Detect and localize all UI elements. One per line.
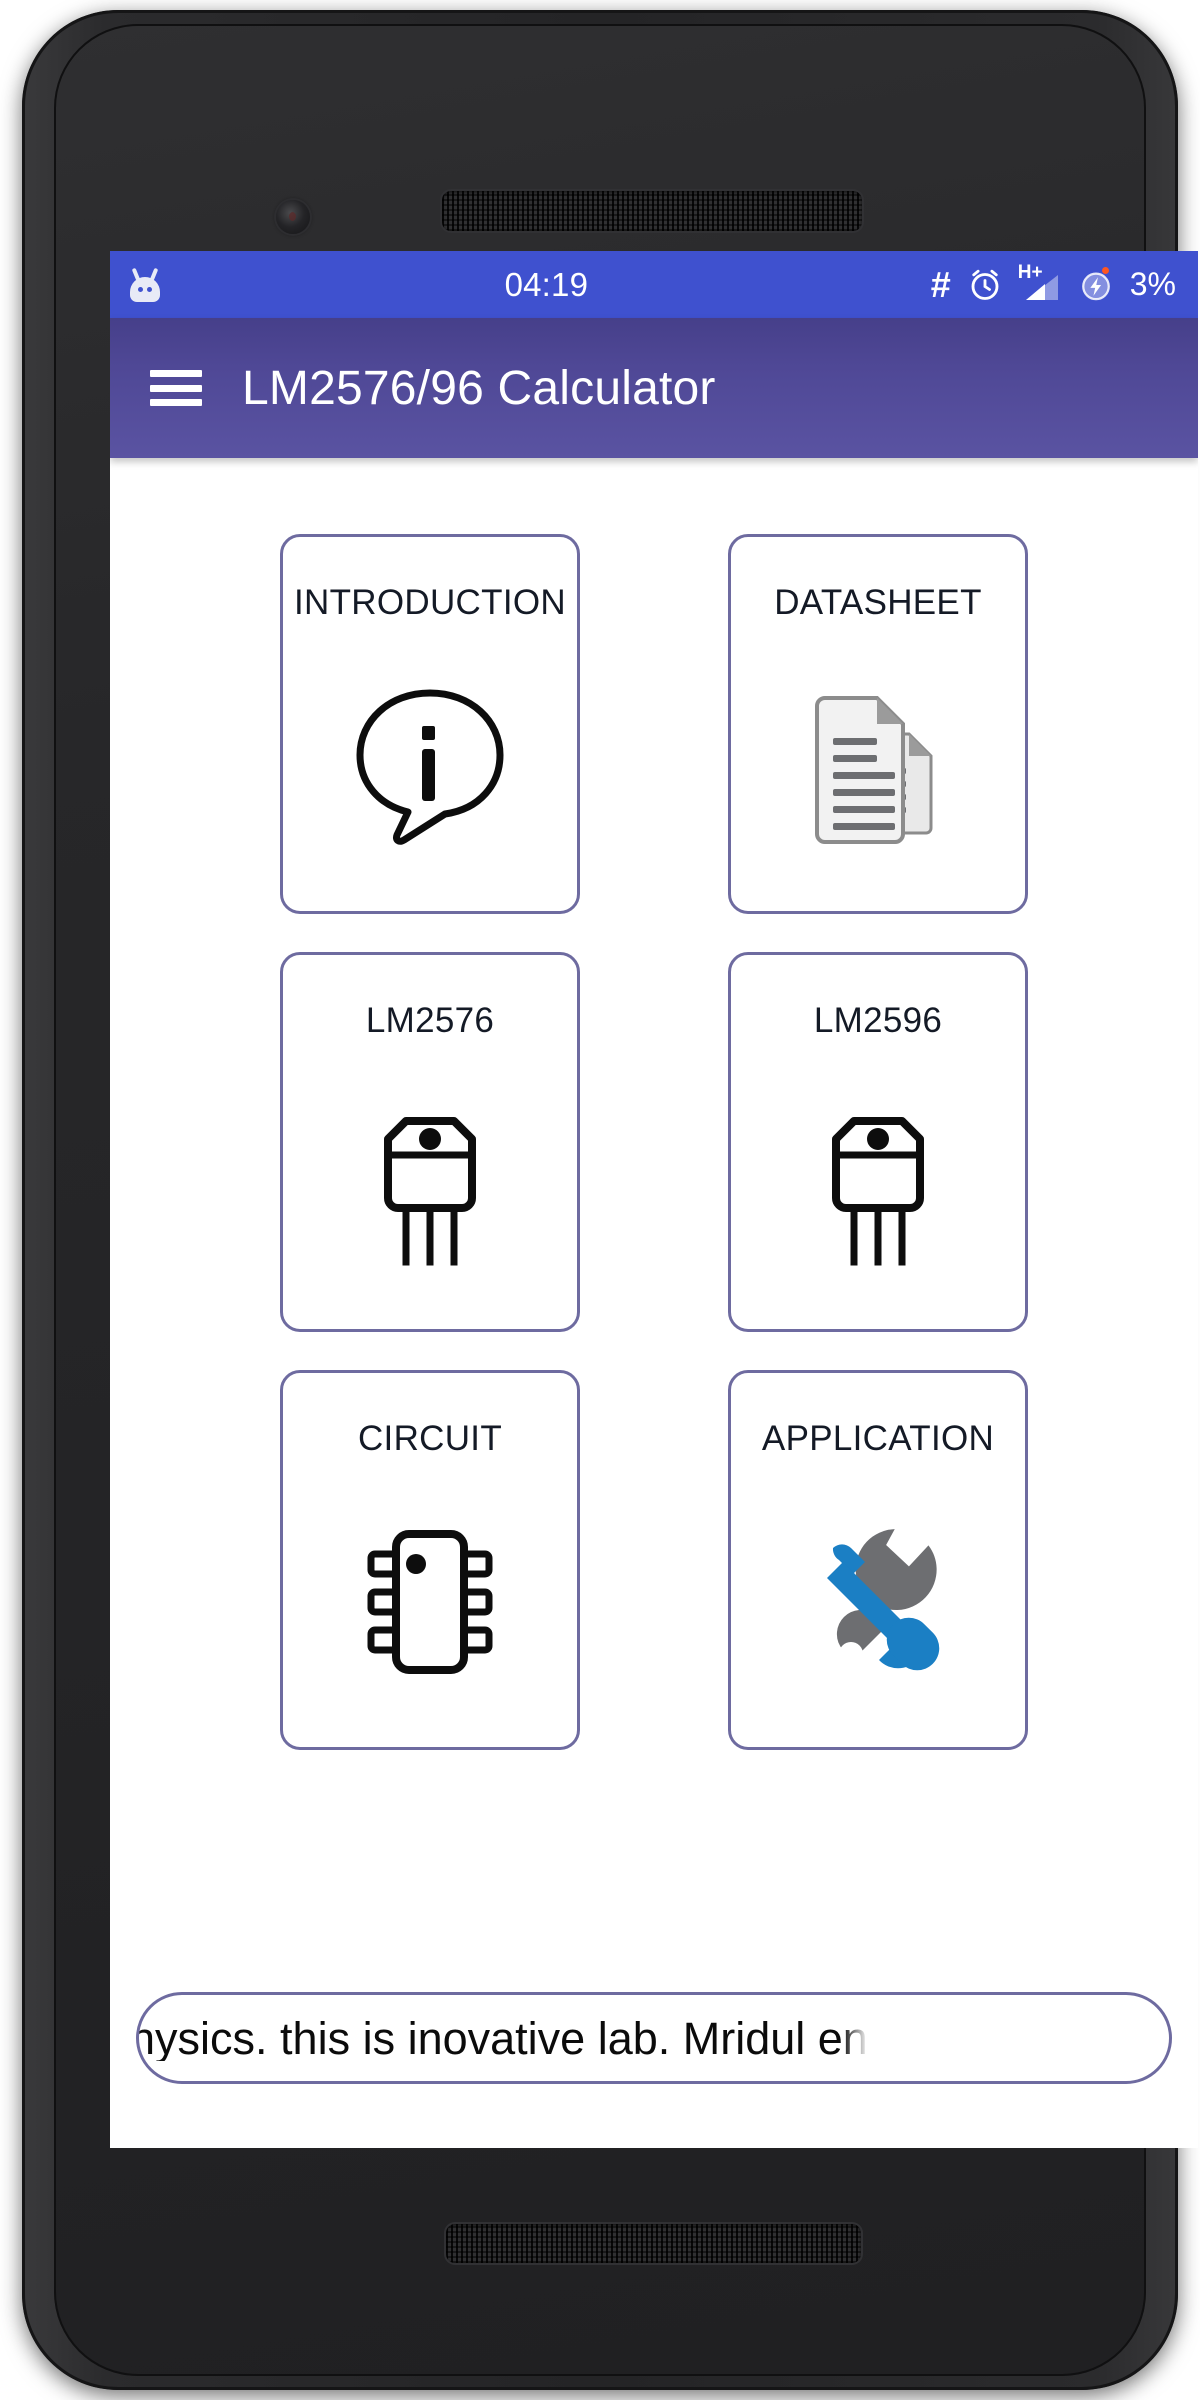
hamburger-menu-icon[interactable]	[150, 370, 202, 406]
card-introduction[interactable]: INTRODUCTION	[280, 534, 580, 914]
status-bar: 04:19 # H+ 3%	[110, 251, 1198, 318]
phone-screen: 04:19 # H+ 3% LM2576/96 Calculator INTRO…	[110, 251, 1198, 2148]
phone-body: 04:19 # H+ 3% LM2576/96 Calculator INTRO…	[54, 24, 1198, 2376]
transistor-to220-icon	[731, 1038, 1025, 1329]
card-label: INTRODUCTION	[294, 583, 566, 622]
menu-card-grid: INTRODUCTION DATASHEET LM2576 LM2596 CIR…	[110, 534, 1198, 1750]
status-bar-right: # H+ 3%	[930, 263, 1176, 305]
marquee-text: physics. this is inovative lab. Mridul e…	[136, 2012, 868, 2064]
info-speech-bubble-icon	[283, 620, 577, 911]
bottom-speaker-grille	[446, 2224, 861, 2263]
main-content: INTRODUCTION DATASHEET LM2576 LM2596 CIR…	[110, 458, 1198, 2148]
alarm-clock-icon	[967, 267, 1003, 303]
card-label: APPLICATION	[761, 1419, 995, 1458]
ic-chip-icon	[283, 1456, 577, 1747]
screenshot-root: 04:19 # H+ 3% LM2576/96 Calculator INTRO…	[0, 0, 1200, 2400]
phone-device-frame: 04:19 # H+ 3% LM2576/96 Calculator INTRO…	[22, 10, 1198, 2390]
documents-icon	[731, 620, 1025, 911]
card-datasheet[interactable]: DATASHEET	[728, 534, 1028, 914]
screwdriver-wrench-icon	[731, 1456, 1025, 1747]
card-label: DATASHEET	[774, 583, 982, 622]
card-lm2596[interactable]: LM2596	[728, 952, 1028, 1332]
app-bar: LM2576/96 Calculator	[110, 318, 1198, 458]
hash-icon: #	[930, 263, 951, 305]
page-title: LM2576/96 Calculator	[242, 361, 716, 415]
charging-battery-icon	[1079, 266, 1113, 302]
status-clock: 04:19	[504, 265, 589, 303]
status-bar-center: 04:19	[162, 266, 931, 304]
card-lm2576[interactable]: LM2576	[280, 952, 580, 1332]
earpiece-speaker-grille	[442, 191, 862, 231]
marquee-text-field[interactable]: physics. this is inovative lab. Mridul e…	[136, 1992, 1172, 2084]
card-label: CIRCUIT	[357, 1419, 503, 1458]
card-label: LM2596	[813, 1001, 943, 1040]
network-type-label: H+	[1017, 261, 1043, 283]
card-label: LM2576	[365, 1001, 495, 1040]
status-bar-left	[128, 267, 162, 302]
battery-percent-label: 3%	[1129, 266, 1176, 302]
front-camera-icon	[276, 200, 310, 234]
card-circuit[interactable]: CIRCUIT	[280, 1370, 580, 1750]
signal-hplus-icon: H+	[1018, 263, 1062, 303]
transistor-to220-icon	[283, 1038, 577, 1329]
card-application[interactable]: APPLICATION	[728, 1370, 1028, 1750]
android-head-icon	[128, 267, 162, 302]
